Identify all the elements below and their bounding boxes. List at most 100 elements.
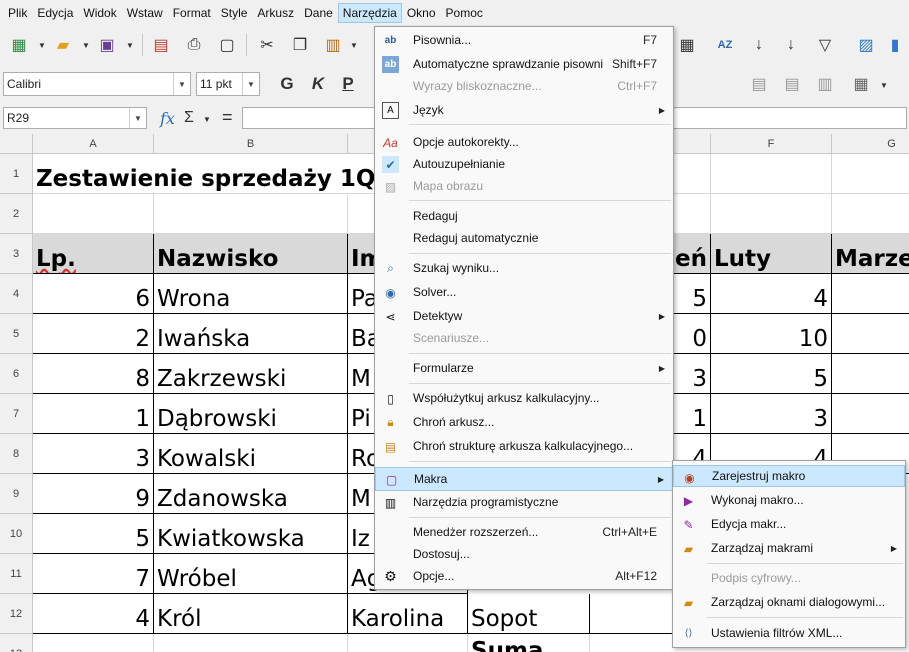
menu-item-auto-spellcheck[interactable]: ab Automatyczne sprawdzanie pisowni Shif… <box>375 53 673 75</box>
chevron-down-icon[interactable]: ▼ <box>38 41 46 50</box>
cell-miasto[interactable]: Sopot <box>468 594 590 634</box>
cell-lp[interactable]: 5 <box>33 514 154 554</box>
menu-format[interactable]: Format <box>168 3 216 23</box>
merge-cells-icon[interactable]: ▤ <box>748 73 770 95</box>
formula-equals-icon[interactable]: = <box>222 107 233 128</box>
header-marzec[interactable]: Marze <box>832 234 909 274</box>
cell-b2[interactable] <box>154 194 348 234</box>
cell-lp[interactable]: 9 <box>33 474 154 514</box>
cell-lp[interactable]: 3 <box>33 434 154 474</box>
cell-luty[interactable]: 3 <box>711 394 832 434</box>
row-header[interactable]: 10 <box>0 514 33 554</box>
sheet-title[interactable]: Zestawienie sprzedaży 1Q <box>33 154 413 194</box>
menu-item-chron-strukture[interactable]: ▤ Chroń strukturę arkusza kalkulacyjnego… <box>375 435 673 457</box>
cell-luty[interactable]: 10 <box>711 314 832 354</box>
cell-nazwisko[interactable]: Kwiatkowska <box>154 514 348 554</box>
borders-icon[interactable]: ▦ <box>676 34 698 56</box>
menu-item-solver[interactable]: ◉ Solver... <box>375 281 673 303</box>
menu-item-opcje[interactable]: ⚙ Opcje... Alt+F12 <box>375 565 673 587</box>
menu-arkusz[interactable]: Arkusz <box>252 3 299 23</box>
cell-g1[interactable] <box>832 154 909 194</box>
menu-dane[interactable]: Dane <box>299 3 338 23</box>
chevron-down-icon[interactable]: ▼ <box>82 41 90 50</box>
cell-f1[interactable] <box>711 154 832 194</box>
row-header[interactable]: 12 <box>0 594 33 634</box>
column-align-icon[interactable]: ▥ <box>814 73 836 95</box>
menu-item-zarejestruj-makro[interactable]: ◉ Zarejestruj makro <box>673 465 905 487</box>
save-icon[interactable]: ▣ <box>96 34 118 56</box>
header-luty[interactable]: Luty <box>711 234 832 274</box>
copy-icon[interactable]: ❐ <box>289 34 311 56</box>
underline-button[interactable]: P <box>337 73 359 95</box>
menu-item-wspoluzytkuj[interactable]: ▯ Współużytkuj arkusz kalkulacyjny... <box>375 387 673 409</box>
font-size-combo[interactable]: 11 pkt ▼ <box>196 72 260 96</box>
cut-icon[interactable]: ✂ <box>256 34 278 56</box>
cell-nazwisko[interactable]: Iwańska <box>154 314 348 354</box>
cell-nazwisko[interactable]: Zakrzewski <box>154 354 348 394</box>
new-spreadsheet-icon[interactable]: ▦ <box>8 34 30 56</box>
bold-button[interactable]: G <box>276 73 298 95</box>
insert-chart-icon[interactable]: ▮ <box>884 34 906 56</box>
cell-marzec[interactable] <box>832 314 909 354</box>
export-pdf-icon[interactable]: ▤ <box>150 34 172 56</box>
sort-ascending-icon[interactable]: ↓ <box>748 34 770 56</box>
menu-item-formularze[interactable]: Formularze ▶ <box>375 357 673 379</box>
font-name-combo[interactable]: Calibri ▼ <box>3 72 191 96</box>
menu-item-menedzer-rozszerzen[interactable]: Menedżer rozszerzeń... Ctrl+Alt+E <box>375 521 673 543</box>
chevron-down-icon[interactable]: ▼ <box>350 41 358 50</box>
cell-nazwisko[interactable]: Król <box>154 594 348 634</box>
menu-wstaw[interactable]: Wstaw <box>122 3 168 23</box>
cell-luty[interactable]: 4 <box>711 274 832 314</box>
cell-lp[interactable]: 8 <box>33 354 154 394</box>
menu-item-redaguj[interactable]: Redaguj <box>375 205 673 227</box>
cell-nazwisko[interactable]: Kowalski <box>154 434 348 474</box>
row-header[interactable]: 2 <box>0 194 33 234</box>
column-header-f[interactable]: F <box>711 134 832 154</box>
cell-marzec[interactable] <box>832 394 909 434</box>
row-header[interactable]: 1 <box>0 154 33 194</box>
column-header-g[interactable]: G <box>832 134 909 154</box>
cell-a13[interactable] <box>33 634 154 652</box>
header-nazwisko[interactable]: Nazwisko <box>154 234 348 274</box>
menu-item-chron-arkusz[interactable]: 🔒︎ Chroń arkusz... <box>375 411 673 433</box>
sum-label[interactable]: Suma <box>468 634 590 652</box>
row-header[interactable]: 6 <box>0 354 33 394</box>
menu-item-zarzadzaj-makrami[interactable]: ▰ Zarządzaj makrami ▶ <box>673 537 905 559</box>
menu-okno[interactable]: Okno <box>402 3 441 23</box>
menu-item-jezyk[interactable]: A Język ▶ <box>375 99 673 121</box>
menu-item-autokorekta[interactable]: Aa Opcje autokorekty... <box>375 131 673 153</box>
chevron-down-icon[interactable]: ▼ <box>880 81 888 90</box>
row-header[interactable]: 4 <box>0 274 33 314</box>
cell-lp[interactable]: 2 <box>33 314 154 354</box>
cell-nazwisko[interactable]: Wrona <box>154 274 348 314</box>
column-header-b[interactable]: B <box>154 134 348 154</box>
chevron-down-icon[interactable]: ▼ <box>126 41 134 50</box>
chevron-down-icon[interactable]: ▼ <box>173 73 190 95</box>
cell-lp[interactable]: 7 <box>33 554 154 594</box>
menu-item-dostosuj[interactable]: Dostosuj... <box>375 543 673 565</box>
chevron-down-icon[interactable]: ▼ <box>129 108 146 128</box>
menu-plik[interactable]: Plik <box>3 3 32 23</box>
row-align-icon[interactable]: ▤ <box>781 73 803 95</box>
name-box[interactable]: R29 ▼ <box>3 107 147 129</box>
corner-select-all[interactable] <box>0 134 33 154</box>
cell-b13[interactable] <box>154 634 348 652</box>
menu-item-pisownia[interactable]: ab Pisownia... F7 <box>375 29 673 51</box>
open-folder-icon[interactable]: ▰ <box>52 34 74 56</box>
sort-descending-icon[interactable]: ↓ <box>780 34 802 56</box>
header-lp[interactable]: Lp. <box>33 234 154 274</box>
autofilter-icon[interactable]: ▽ <box>814 34 836 56</box>
menu-pomoc[interactable]: Pomoc <box>441 3 488 23</box>
menu-item-edycja-makr[interactable]: ✎ Edycja makr... <box>673 513 905 535</box>
cell-nazwisko[interactable]: Wróbel <box>154 554 348 594</box>
row-header[interactable]: 9 <box>0 474 33 514</box>
column-header-a[interactable]: A <box>33 134 154 154</box>
cell-marzec[interactable] <box>832 354 909 394</box>
conditional-format-icon[interactable]: ▦ <box>850 73 872 95</box>
menu-style[interactable]: Style <box>216 3 253 23</box>
menu-item-zarzadzaj-oknami[interactable]: ▰ Zarządzaj oknami dialogowymi... <box>673 591 905 613</box>
row-header[interactable]: 7 <box>0 394 33 434</box>
paste-icon[interactable]: ▥ <box>322 34 344 56</box>
menu-edycja[interactable]: Edycja <box>32 3 78 23</box>
row-header[interactable]: 5 <box>0 314 33 354</box>
